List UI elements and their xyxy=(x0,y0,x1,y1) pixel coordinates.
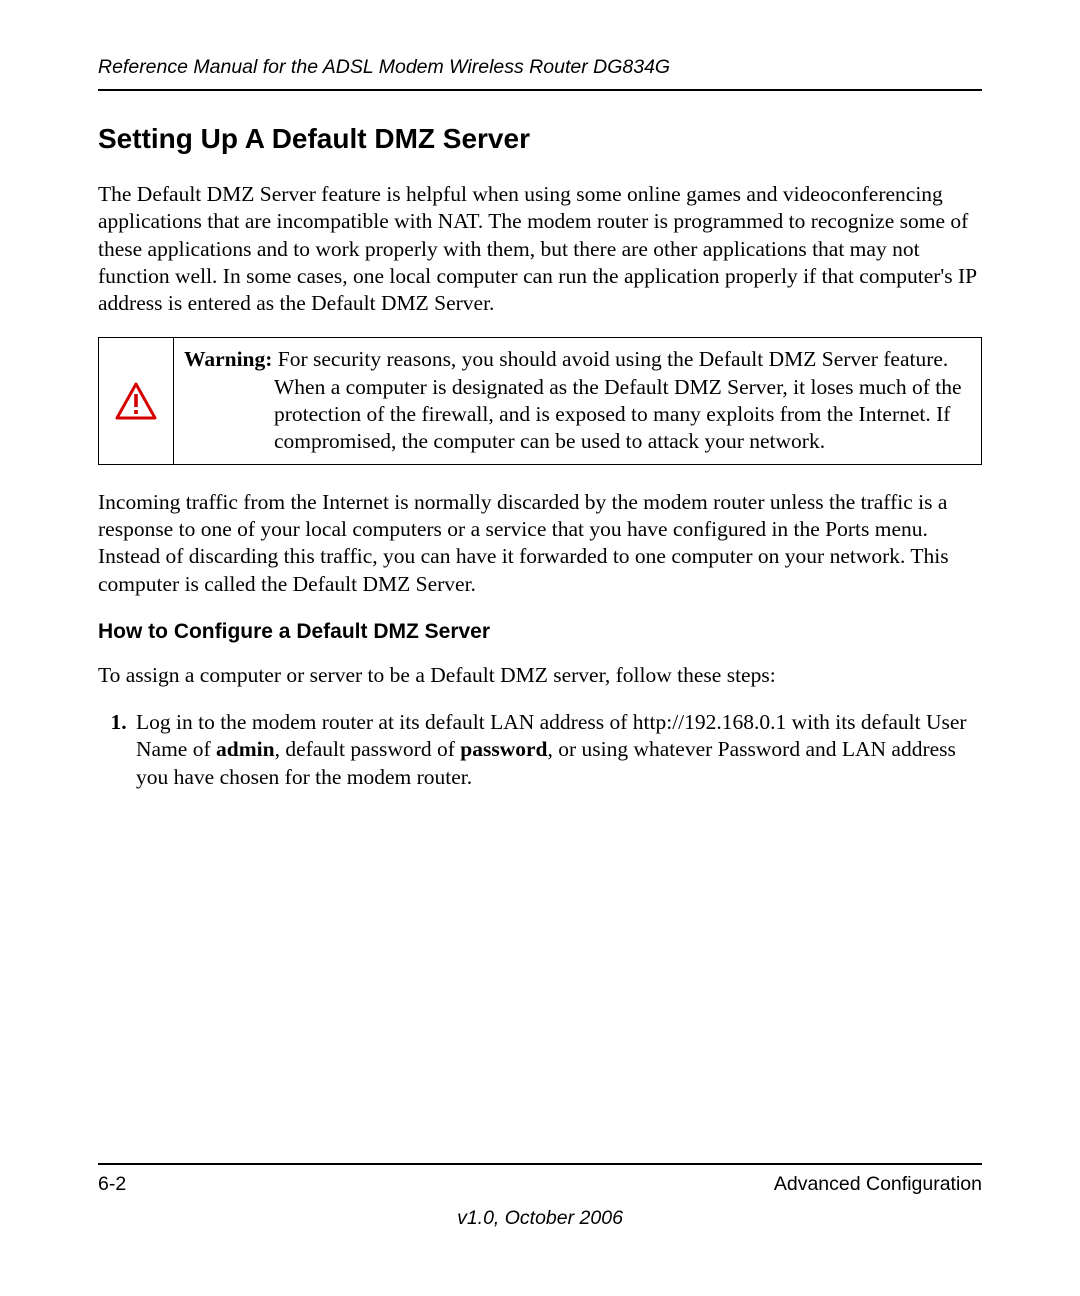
warning-body: For security reasons, you should avoid u… xyxy=(274,347,962,453)
header-rule xyxy=(98,89,982,91)
steps-list: Log in to the modem router at its defaul… xyxy=(98,709,982,791)
warning-box: Warning: For security reasons, you shoul… xyxy=(98,337,982,464)
section-title: Setting Up A Default DMZ Server xyxy=(98,123,982,155)
warning-icon-cell xyxy=(99,338,174,463)
subsection-title: How to Configure a Default DMZ Server xyxy=(98,620,982,644)
warning-triangle-icon xyxy=(115,382,157,420)
document-page: Reference Manual for the ADSL Modem Wire… xyxy=(0,0,1080,1296)
page-number: 6-2 xyxy=(98,1173,126,1196)
step-bold-admin: admin xyxy=(216,737,275,761)
running-header: Reference Manual for the ADSL Modem Wire… xyxy=(98,56,982,89)
step-bold-password: password xyxy=(460,737,547,761)
page-footer: 6-2 Advanced Configuration v1.0, October… xyxy=(98,1163,982,1196)
warning-label: Warning: xyxy=(184,347,272,371)
intro-paragraph: The Default DMZ Server feature is helpfu… xyxy=(98,181,982,317)
post-warning-paragraph: Incoming traffic from the Internet is no… xyxy=(98,489,982,598)
version-line: v1.0, October 2006 xyxy=(98,1207,982,1230)
warning-text: Warning: For security reasons, you shoul… xyxy=(174,338,981,463)
step-text-mid: , default password of xyxy=(275,737,461,761)
step-item: Log in to the modem router at its defaul… xyxy=(132,709,982,791)
footer-rule xyxy=(98,1163,982,1165)
chapter-name: Advanced Configuration xyxy=(774,1173,982,1196)
subsection-lead: To assign a computer or server to be a D… xyxy=(98,662,982,689)
